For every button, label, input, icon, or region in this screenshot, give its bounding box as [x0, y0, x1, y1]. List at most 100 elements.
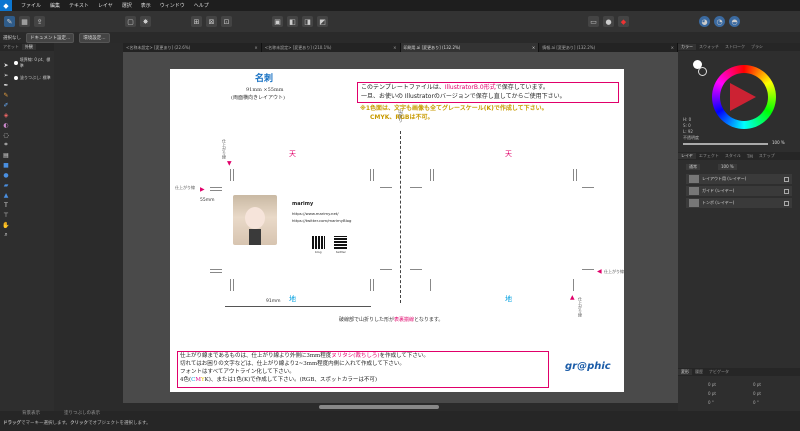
- stroke-swatch[interactable]: [698, 67, 707, 76]
- place-tool-icon[interactable]: ▤: [2, 151, 10, 159]
- tab-snap[interactable]: スナップ: [756, 153, 778, 159]
- fill-tool-icon[interactable]: ◈: [2, 111, 10, 119]
- pencil-tool-icon[interactable]: ✎: [2, 91, 10, 99]
- color-triangle[interactable]: [730, 83, 756, 111]
- rectangle-tool-icon[interactable]: ■: [2, 161, 10, 169]
- affinity-logo-icon[interactable]: ◆: [0, 0, 12, 11]
- blend-mode-select[interactable]: 通常: [686, 164, 700, 170]
- fill-stroke-icon[interactable]: ◆: [618, 16, 629, 27]
- opacity-value[interactable]: 100 %: [772, 141, 785, 145]
- menu-edit[interactable]: 編集: [50, 2, 60, 9]
- transform-y[interactable]: 0 pt: [753, 383, 761, 387]
- tab-color[interactable]: カラー: [678, 44, 696, 50]
- tab-effects[interactable]: エフェクト: [696, 153, 722, 159]
- canvas-area[interactable]: 名刺 91mm ×55mm (両面横向きレイアウト) このテンプレートファイルは…: [123, 52, 678, 411]
- crop-tool-icon[interactable]: ⌗: [2, 141, 10, 149]
- layer-opacity-field[interactable]: 100 %: [718, 164, 737, 170]
- tab-swatches[interactable]: スウォッチ: [696, 44, 722, 50]
- arrange-icon[interactable]: ⊡: [221, 16, 232, 27]
- visibility-checkbox[interactable]: [784, 200, 789, 206]
- visibility-checkbox[interactable]: [784, 176, 789, 182]
- node-tool-icon[interactable]: ➢: [2, 71, 10, 79]
- transform-rotation[interactable]: 0 °: [708, 401, 714, 405]
- transform-w[interactable]: 0 pt: [708, 392, 716, 396]
- tab-history[interactable]: 履歴: [692, 369, 706, 375]
- tab-appearance[interactable]: 外観: [21, 44, 36, 50]
- boolean-xor-icon[interactable]: ◩: [317, 16, 328, 27]
- doc-size: 91mm ×55mm: [246, 87, 284, 93]
- layer-row-layout[interactable]: レイアウト用 (レイヤー): [686, 174, 792, 184]
- tab-document-3[interactable]: 印刷用.ai [変更あり] (132.2%) ×: [400, 43, 540, 52]
- ellipse-tool-icon[interactable]: ●: [2, 171, 10, 179]
- stroke-row[interactable]: 境界線: 0 pt、標準: [12, 54, 54, 72]
- snapping-manager-icon[interactable]: ◔: [714, 16, 725, 27]
- scroll-thumb[interactable]: [319, 405, 439, 409]
- text-tool-icon[interactable]: T: [2, 201, 10, 209]
- crop-mark: [430, 279, 431, 291]
- move-tool-icon[interactable]: ➤: [2, 61, 10, 69]
- designer-persona-icon[interactable]: ✎: [4, 16, 15, 27]
- visibility-checkbox[interactable]: [784, 188, 789, 194]
- boolean-subtract-icon[interactable]: ◧: [287, 16, 298, 27]
- assistant-icon[interactable]: ◕: [699, 16, 710, 27]
- menu-text[interactable]: テキスト: [69, 2, 89, 9]
- menu-view[interactable]: 表示: [141, 2, 151, 9]
- layer-row-trim-marks[interactable]: トンボ (レイヤー): [686, 198, 792, 208]
- color-wheel[interactable]: [712, 65, 776, 129]
- width-dimension-line: [225, 306, 371, 307]
- layer-row-guides[interactable]: ガイド (レイヤー): [686, 186, 792, 196]
- transform-x[interactable]: 0 pt: [708, 383, 716, 387]
- insert-icon[interactable]: ✸: [140, 16, 151, 27]
- tab-stroke[interactable]: ストローク: [722, 44, 748, 50]
- menu-help[interactable]: ヘルプ: [194, 2, 209, 9]
- preferences-button[interactable]: 環境設定...: [79, 32, 110, 43]
- rounded-rect-tool-icon[interactable]: ▰: [2, 181, 10, 189]
- snap-icon[interactable]: ⊞: [191, 16, 202, 27]
- document-setup-icon[interactable]: ▢: [125, 16, 136, 27]
- close-icon[interactable]: ×: [393, 45, 396, 50]
- tab-transform[interactable]: 変形: [678, 369, 692, 375]
- tab-navigator[interactable]: ナビゲータ: [706, 369, 732, 375]
- tab-brushes[interactable]: ブラシ: [748, 44, 766, 50]
- tab-assets[interactable]: アセット: [0, 44, 22, 50]
- document-settings-button[interactable]: ドキュメント設定...: [26, 32, 75, 43]
- transform-shear[interactable]: 0 °: [753, 401, 759, 405]
- menu-window[interactable]: ウィンドウ: [160, 2, 185, 9]
- pen-tool-icon[interactable]: ✒: [2, 81, 10, 89]
- menu-layer[interactable]: レイヤ: [98, 2, 113, 9]
- brush-tool-icon[interactable]: ✐: [2, 101, 10, 109]
- boolean-add-icon[interactable]: ▣: [272, 16, 283, 27]
- triangle-tool-icon[interactable]: ▲: [2, 191, 10, 199]
- horizontal-scrollbar[interactable]: [123, 403, 678, 411]
- transform-h[interactable]: 0 pt: [753, 392, 761, 396]
- close-icon[interactable]: ×: [532, 45, 535, 50]
- align-icon[interactable]: ⊠: [206, 16, 217, 27]
- boolean-intersect-icon[interactable]: ◨: [302, 16, 313, 27]
- fill-row[interactable]: 塗りつぶし: 標準: [12, 72, 54, 84]
- opacity-slider[interactable]: [683, 143, 768, 145]
- pixel-persona-icon[interactable]: ▦: [19, 16, 30, 27]
- arrow-up-icon: ▲: [570, 294, 575, 301]
- menu-select[interactable]: 選択: [122, 2, 132, 9]
- background-display-toggle[interactable]: 背景表示: [22, 411, 40, 417]
- tab-styles[interactable]: スタイル: [722, 153, 744, 159]
- close-icon[interactable]: ×: [671, 45, 674, 50]
- frame-text-tool-icon[interactable]: ⊤: [2, 211, 10, 219]
- hand-tool-icon[interactable]: ✋: [2, 221, 10, 229]
- menu-file[interactable]: ファイル: [21, 2, 41, 9]
- color-mode-icon[interactable]: ●: [603, 16, 614, 27]
- close-icon[interactable]: ×: [254, 45, 257, 50]
- fill-display-toggle[interactable]: 塗りつぶしの表示: [64, 411, 100, 417]
- mode-icon[interactable]: ▭: [588, 16, 599, 27]
- gradient-tool-icon[interactable]: ◐: [2, 121, 10, 129]
- tab-document-2[interactable]: <名称未設定> [変更あり] (210.1%) ×: [262, 43, 401, 52]
- tab-layers[interactable]: レイヤ: [678, 153, 696, 159]
- transparency-tool-icon[interactable]: ◌: [2, 131, 10, 139]
- tab-tm[interactable]: TM: [744, 154, 756, 159]
- view-mode-icon[interactable]: ◓: [729, 16, 740, 27]
- tab-document-1[interactable]: <名称未設定> [変更あり] (22.6%) ×: [123, 43, 262, 52]
- zoom-tool-icon[interactable]: ⌕: [2, 231, 10, 239]
- export-persona-icon[interactable]: ⇪: [34, 16, 45, 27]
- tab-document-4[interactable]: 情報.ai [変更あり] (132.2%) ×: [539, 43, 678, 52]
- document-page[interactable]: 名刺 91mm ×55mm (両面横向きレイアウト) このテンプレートファイルは…: [170, 69, 624, 392]
